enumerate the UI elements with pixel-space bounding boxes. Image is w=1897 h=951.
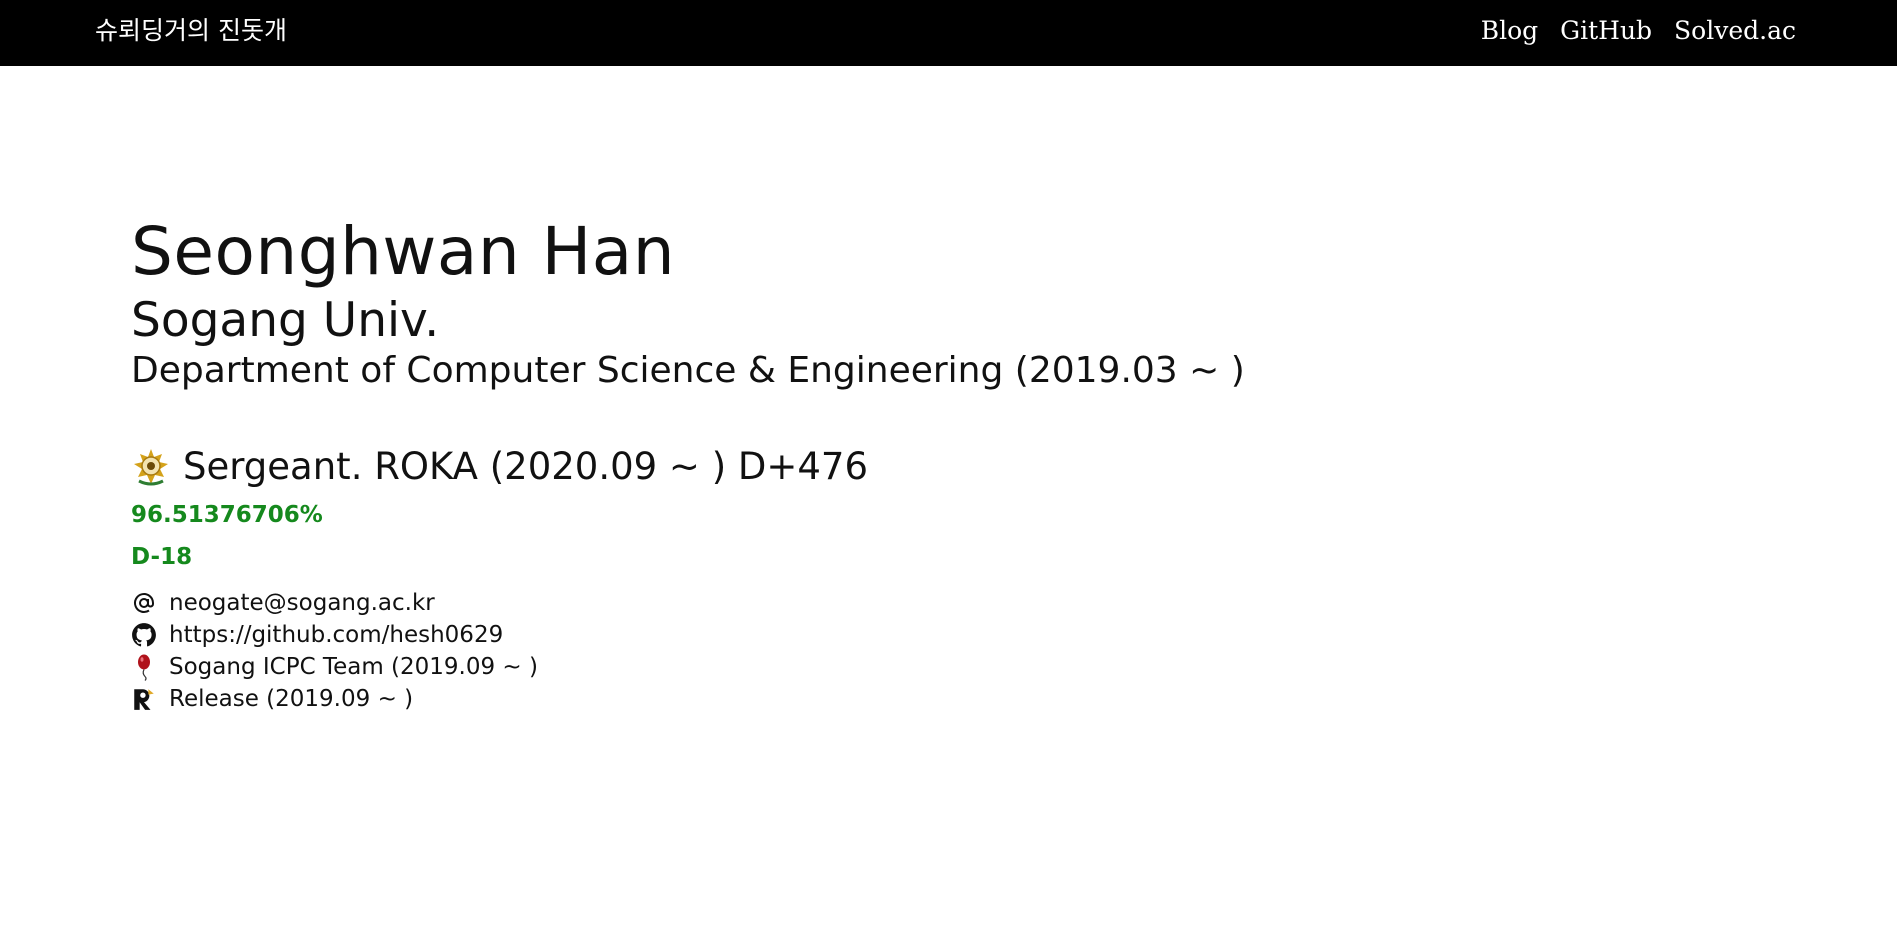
at-icon (131, 590, 157, 616)
nav-blog-link[interactable]: Blog (1481, 14, 1538, 48)
top-navbar: 슈뢰딩거의 진돗개 Blog GitHub Solved.ac (0, 0, 1897, 66)
profile-content: Seonghwan Han Sogang Univ. Department of… (131, 212, 1631, 714)
university: Sogang Univ. (131, 293, 440, 348)
service-progress: 96.51376706% (131, 502, 323, 528)
nav-links: Blog GitHub Solved.ac (1481, 14, 1796, 48)
nav-solvedac-link[interactable]: Solved.ac (1674, 14, 1796, 48)
icpc-team-text: Sogang ICPC Team (2019.09 ~ ) (169, 654, 538, 680)
github-link[interactable]: https://github.com/hesh0629 (169, 620, 503, 650)
contact-release: Release (2019.09 ~ ) (131, 684, 1631, 714)
military-text: Sergeant. ROKA (2020.09 ~ ) D+476 (183, 445, 869, 488)
department: Department of Computer Science & Enginee… (131, 350, 1245, 391)
contact-list: neogate@sogang.ac.kr https://github.com/… (131, 588, 1631, 714)
email-link[interactable]: neogate@sogang.ac.kr (169, 588, 435, 618)
nav-github-link[interactable]: GitHub (1560, 14, 1652, 48)
dday-counter: D-18 (131, 544, 193, 570)
contact-github: https://github.com/hesh0629 (131, 620, 1631, 650)
release-logo-icon (131, 686, 157, 712)
balloon-icon (131, 654, 157, 681)
military-service: Sergeant. ROKA (2020.09 ~ ) D+476 (131, 444, 1631, 490)
contact-email: neogate@sogang.ac.kr (131, 588, 1631, 618)
github-icon (131, 622, 157, 648)
profile-name: Seonghwan Han (131, 213, 676, 290)
brand-link[interactable]: 슈뢰딩거의 진돗개 (95, 14, 287, 48)
release-text: Release (2019.09 ~ ) (169, 686, 414, 712)
army-emblem-icon (131, 447, 171, 487)
contact-icpc: Sogang ICPC Team (2019.09 ~ ) (131, 652, 1631, 682)
